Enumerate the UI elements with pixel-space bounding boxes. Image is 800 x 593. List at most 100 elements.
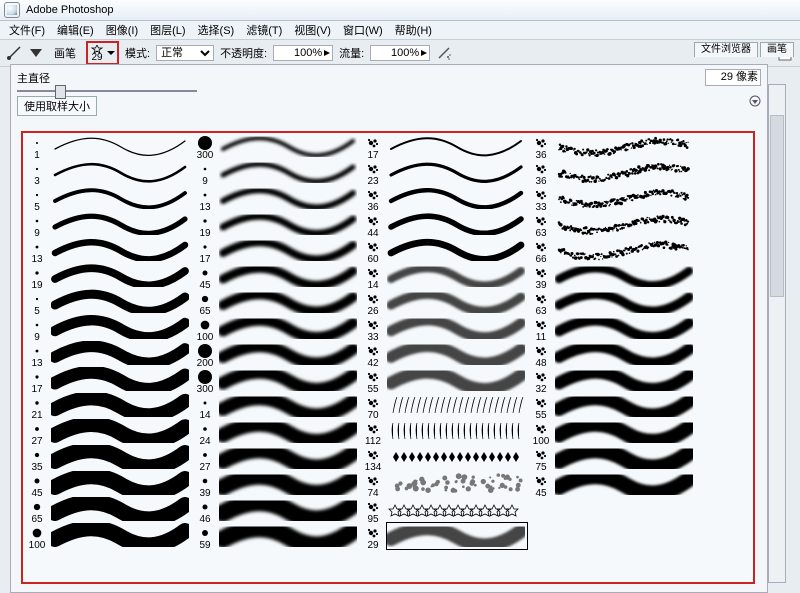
slider-knob[interactable] — [55, 85, 66, 99]
brush-stroke-preview[interactable] — [555, 185, 695, 211]
brush-preset-tip[interactable]: 45 — [527, 473, 555, 499]
brush-stroke-preview[interactable] — [555, 393, 695, 419]
brush-preset-tip[interactable]: 13 — [23, 239, 51, 265]
brush-stroke-preview[interactable] — [387, 523, 527, 549]
brush-preset-tip[interactable]: 95 — [359, 499, 387, 525]
brush-preset-tip[interactable]: 9 — [23, 213, 51, 239]
brush-preset-tip[interactable]: 60 — [359, 239, 387, 265]
brush-stroke-preview[interactable] — [555, 419, 695, 445]
brush-preset-tip[interactable]: 134 — [359, 447, 387, 473]
brush-preset-tip[interactable]: 39 — [527, 265, 555, 291]
brush-stroke-preview[interactable] — [387, 367, 527, 393]
scrollbar-thumb[interactable] — [770, 115, 784, 297]
menu-select[interactable]: 选择(S) — [193, 21, 240, 39]
brush-preset-tip[interactable]: 3 — [23, 161, 51, 187]
brush-preset-tip[interactable]: 45 — [191, 265, 219, 291]
airbrush-icon[interactable] — [436, 45, 452, 61]
mode-select[interactable]: 正常 — [156, 45, 214, 61]
brush-preset-tip[interactable]: 27 — [191, 447, 219, 473]
brush-preset-tip[interactable]: 300 — [191, 369, 219, 395]
brush-stroke-preview[interactable] — [219, 263, 359, 289]
brush-stroke-preview[interactable] — [219, 185, 359, 211]
brush-stroke-preview[interactable] — [387, 263, 527, 289]
brush-preset-tip[interactable]: 9 — [23, 317, 51, 343]
brush-stroke-preview[interactable] — [387, 159, 527, 185]
brush-preset-tip[interactable]: 45 — [23, 473, 51, 499]
flow-input[interactable]: 100% — [370, 45, 430, 61]
brush-stroke-preview[interactable] — [219, 237, 359, 263]
brush-stroke-preview[interactable] — [51, 523, 191, 549]
brush-preset-tip[interactable]: 36 — [359, 187, 387, 213]
brush-preset-tip[interactable]: 26 — [359, 291, 387, 317]
brush-stroke-preview[interactable] — [387, 341, 527, 367]
brush-stroke-preview[interactable] — [555, 237, 695, 263]
brush-stroke-preview[interactable] — [51, 289, 191, 315]
brush-stroke-preview[interactable] — [387, 237, 527, 263]
brush-preset-tip[interactable]: 200 — [191, 343, 219, 369]
brush-preset-tip[interactable]: 19 — [23, 265, 51, 291]
brush-stroke-preview[interactable] — [555, 263, 695, 289]
brush-stroke-preview[interactable] — [387, 315, 527, 341]
brush-stroke-preview[interactable] — [219, 159, 359, 185]
brush-preset-tip[interactable]: 70 — [359, 395, 387, 421]
menu-help[interactable]: 帮助(H) — [390, 21, 437, 39]
brush-preset-tip[interactable]: 59 — [191, 525, 219, 551]
brush-stroke-preview[interactable] — [219, 341, 359, 367]
brush-preset-tip[interactable]: 112 — [359, 421, 387, 447]
brush-preset-tip[interactable]: 17 — [359, 135, 387, 161]
brush-preset-tip[interactable]: 5 — [23, 187, 51, 213]
menu-filter[interactable]: 滤镜(T) — [241, 21, 287, 39]
brush-stroke-preview[interactable] — [387, 419, 527, 445]
brush-preset-tip[interactable]: 63 — [527, 213, 555, 239]
brush-preset-tip[interactable]: 9 — [191, 161, 219, 187]
brush-stroke-preview[interactable] — [51, 445, 191, 471]
brush-preset-tip[interactable]: 100 — [527, 421, 555, 447]
brush-preset-tip[interactable]: 100 — [191, 317, 219, 343]
brush-preset-tip[interactable]: 100 — [23, 525, 51, 551]
brush-stroke-preview[interactable] — [555, 289, 695, 315]
use-sample-size-button[interactable]: 使用取样大小 — [17, 96, 97, 116]
brush-preset-tip[interactable]: 13 — [23, 343, 51, 369]
brush-preset-tip[interactable]: 39 — [191, 473, 219, 499]
brush-preset-tip[interactable]: 63 — [527, 291, 555, 317]
brush-stroke-preview[interactable] — [51, 367, 191, 393]
brush-preset-tip[interactable]: 55 — [527, 395, 555, 421]
brush-preset-tip[interactable]: 17 — [191, 239, 219, 265]
brush-preset-tip[interactable]: 55 — [359, 369, 387, 395]
brush-stroke-preview[interactable] — [555, 445, 695, 471]
brush-preset-tip[interactable]: 300 — [191, 135, 219, 161]
brush-preset-tip[interactable]: 32 — [527, 369, 555, 395]
brush-stroke-preview[interactable] — [51, 471, 191, 497]
brush-stroke-preview[interactable] — [219, 211, 359, 237]
brush-preset-tip[interactable]: 24 — [191, 421, 219, 447]
menu-image[interactable]: 图像(I) — [101, 21, 143, 39]
brush-stroke-preview[interactable] — [51, 185, 191, 211]
brush-stroke-preview[interactable] — [387, 497, 527, 523]
brush-preset-tip[interactable]: 17 — [23, 369, 51, 395]
brush-preset-tip[interactable]: 27 — [23, 421, 51, 447]
brush-stroke-preview[interactable] — [219, 419, 359, 445]
menu-layer[interactable]: 图层(L) — [145, 21, 190, 39]
diameter-value[interactable]: 29 像素 — [705, 69, 761, 86]
brush-stroke-preview[interactable] — [51, 341, 191, 367]
brush-preset-tip[interactable]: 36 — [527, 161, 555, 187]
brush-stroke-preview[interactable] — [555, 341, 695, 367]
brush-stroke-preview[interactable] — [387, 133, 527, 159]
brush-stroke-preview[interactable] — [219, 471, 359, 497]
brush-preset-tip[interactable]: 14 — [359, 265, 387, 291]
brush-stroke-preview[interactable] — [387, 185, 527, 211]
brush-preset-tip[interactable]: 46 — [191, 499, 219, 525]
brush-preset-picker[interactable]: 29 — [86, 41, 119, 65]
brush-stroke-preview[interactable] — [387, 393, 527, 419]
brush-stroke-preview[interactable] — [51, 133, 191, 159]
brush-stroke-preview[interactable] — [555, 159, 695, 185]
panel-menu-icon[interactable] — [749, 95, 761, 107]
brush-preset-tip[interactable]: 48 — [527, 343, 555, 369]
brush-stroke-preview[interactable] — [219, 393, 359, 419]
brush-preset-tip[interactable]: 5 — [23, 291, 51, 317]
brush-stroke-preview[interactable] — [51, 315, 191, 341]
brush-stroke-preview[interactable] — [387, 445, 527, 471]
tab-brushes[interactable]: 画笔 — [760, 42, 794, 57]
scrollbar-vertical[interactable] — [768, 84, 786, 583]
brush-preset-tip[interactable]: 35 — [23, 447, 51, 473]
